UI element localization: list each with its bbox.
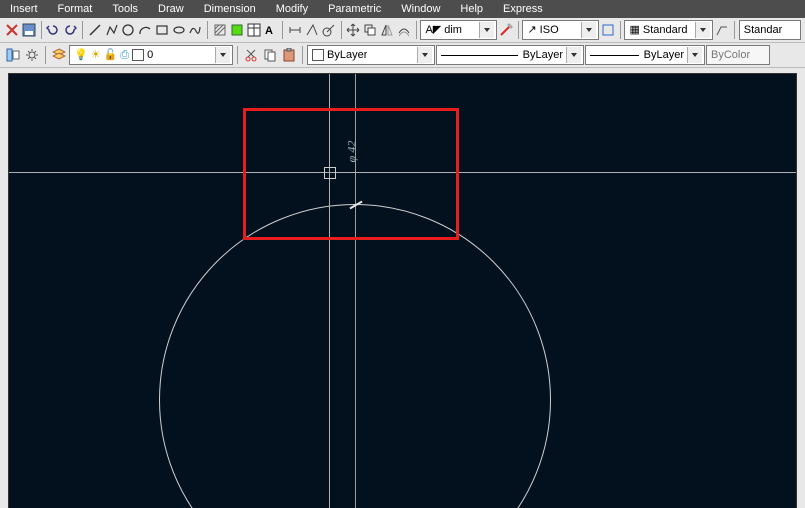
line-icon[interactable] bbox=[87, 21, 103, 39]
grid-style-icon: ▦ bbox=[629, 25, 639, 36]
lineweight-dropdown[interactable]: ByLayer bbox=[585, 45, 705, 65]
close-icon[interactable] bbox=[4, 21, 20, 39]
chevron-down-icon[interactable] bbox=[215, 47, 230, 63]
color-value: ByLayer bbox=[327, 49, 367, 61]
plotstyle-value: ByColor bbox=[711, 49, 750, 61]
dimstyle-value: dim bbox=[444, 24, 462, 36]
spline-icon[interactable] bbox=[188, 21, 204, 39]
lock-icon: 🔓 bbox=[104, 50, 118, 61]
lineweight-preview bbox=[590, 55, 639, 56]
layer-color-swatch bbox=[132, 49, 144, 61]
move-icon[interactable] bbox=[345, 21, 361, 39]
bulb-icon: 💡 bbox=[74, 50, 88, 61]
chevron-down-icon[interactable] bbox=[417, 47, 432, 63]
toolbar-row-1: A A◤ dim ↗ ISO ▦ Standard Standar bbox=[0, 18, 805, 43]
undo-icon[interactable] bbox=[45, 21, 61, 39]
menubar: Insert Format Tools Draw Dimension Modif… bbox=[0, 0, 805, 18]
tablestyle-dropdown[interactable]: Standar bbox=[739, 20, 801, 40]
polyline-icon[interactable] bbox=[104, 21, 120, 39]
menu-format[interactable]: Format bbox=[48, 1, 103, 17]
menu-help[interactable]: Help bbox=[450, 1, 493, 17]
drawing-area[interactable]: φ 42 bbox=[8, 73, 797, 508]
dim-linear-icon[interactable] bbox=[287, 21, 303, 39]
rectangle-icon[interactable] bbox=[154, 21, 170, 39]
menu-draw[interactable]: Draw bbox=[148, 1, 194, 17]
copy-icon[interactable] bbox=[362, 21, 378, 39]
cut-icon[interactable] bbox=[242, 46, 260, 64]
layer-props-icon[interactable] bbox=[50, 46, 68, 64]
svg-text:A: A bbox=[265, 25, 273, 37]
table-icon[interactable] bbox=[246, 21, 262, 39]
text-style-icon: A◤ bbox=[425, 25, 441, 36]
circle-icon[interactable] bbox=[120, 21, 136, 39]
linetype-dropdown[interactable]: ByLayer bbox=[436, 45, 584, 65]
plotstyle-dropdown[interactable]: ByColor bbox=[706, 45, 770, 65]
textstyle-value: Standard bbox=[643, 24, 688, 36]
style-edit-icon[interactable] bbox=[498, 21, 514, 39]
layer-dropdown[interactable]: 💡 ☀ 🔓 ⎙ 0 bbox=[69, 45, 233, 65]
mirror-icon[interactable] bbox=[379, 21, 395, 39]
region-icon[interactable] bbox=[229, 21, 245, 39]
sun-icon: ☀ bbox=[91, 50, 101, 61]
arc-icon[interactable] bbox=[137, 21, 153, 39]
chevron-down-icon[interactable] bbox=[566, 47, 581, 63]
menu-dimension[interactable]: Dimension bbox=[194, 1, 266, 17]
chevron-down-icon[interactable] bbox=[479, 22, 494, 38]
chevron-down-icon[interactable] bbox=[581, 22, 596, 38]
tablestyle-value: Standar bbox=[744, 24, 783, 36]
color-dropdown[interactable]: ByLayer bbox=[307, 45, 435, 65]
chevron-down-icon[interactable] bbox=[695, 22, 710, 38]
color-swatch bbox=[312, 49, 324, 61]
isostyle-value: ISO bbox=[540, 24, 559, 36]
clipboard-copy-icon[interactable] bbox=[261, 46, 279, 64]
menu-express[interactable]: Express bbox=[493, 1, 553, 17]
layer-name: 0 bbox=[147, 49, 153, 61]
mleader-style-icon[interactable] bbox=[714, 21, 730, 39]
highlight-rectangle bbox=[243, 108, 459, 240]
lineweight-value: ByLayer bbox=[644, 49, 684, 61]
chevron-down-icon[interactable] bbox=[687, 47, 702, 63]
properties-icon[interactable] bbox=[4, 46, 22, 64]
linetype-preview bbox=[441, 55, 518, 56]
menu-window[interactable]: Window bbox=[391, 1, 450, 17]
isostyle-edit-icon[interactable] bbox=[600, 21, 616, 39]
arrow-style-icon: ↗ bbox=[527, 25, 536, 36]
dim-angular-icon[interactable] bbox=[304, 21, 320, 39]
save-icon[interactable] bbox=[21, 21, 37, 39]
isostyle-dropdown[interactable]: ↗ ISO bbox=[522, 20, 598, 40]
dim-radius-icon[interactable] bbox=[321, 21, 337, 39]
textstyle-dropdown[interactable]: ▦ Standard bbox=[624, 20, 713, 40]
menu-parametric[interactable]: Parametric bbox=[318, 1, 391, 17]
redo-icon[interactable] bbox=[62, 21, 78, 39]
dimstyle-dropdown[interactable]: A◤ dim bbox=[420, 20, 496, 40]
menu-tools[interactable]: Tools bbox=[102, 1, 148, 17]
menu-insert[interactable]: Insert bbox=[0, 1, 48, 17]
hatch-icon[interactable] bbox=[212, 21, 228, 39]
paste-icon[interactable] bbox=[280, 46, 298, 64]
gear-icon[interactable] bbox=[23, 46, 41, 64]
offset-icon[interactable] bbox=[396, 21, 412, 39]
ellipse-icon[interactable] bbox=[171, 21, 187, 39]
drawing-circle bbox=[159, 204, 551, 508]
menu-modify[interactable]: Modify bbox=[266, 1, 318, 17]
toolbar-row-2: 💡 ☀ 🔓 ⎙ 0 ByLayer ByLayer ByLayer ByColo… bbox=[0, 43, 805, 68]
plot-icon: ⎙ bbox=[120, 50, 129, 61]
text-icon[interactable]: A bbox=[263, 21, 279, 39]
linetype-value: ByLayer bbox=[523, 49, 563, 61]
